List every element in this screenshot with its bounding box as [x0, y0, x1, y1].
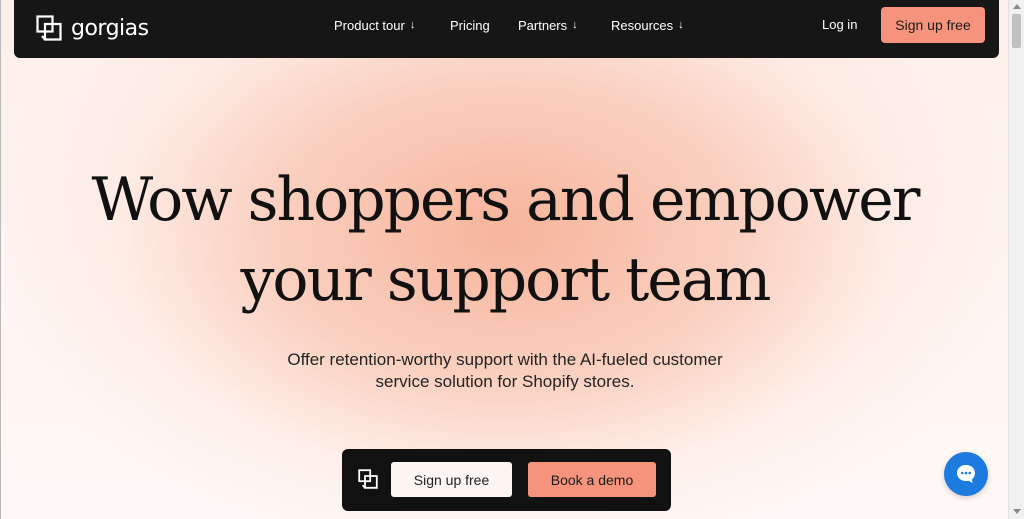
arrow-down-icon: ↓	[409, 19, 416, 31]
gorgias-logo-icon	[358, 469, 378, 489]
signup-button-hero[interactable]: Sign up free	[391, 462, 512, 497]
nav-links: Product tour ↓ Pricing Partners ↓ Resour…	[334, 15, 712, 35]
arrow-down-icon: ↓	[678, 19, 684, 31]
vertical-scrollbar[interactable]	[1008, 0, 1024, 519]
arrow-down-icon: ↓	[572, 19, 578, 31]
nav-resources[interactable]: Resources ↓	[611, 15, 684, 35]
hero-title: Wow shoppers and empower your support te…	[1, 160, 1008, 320]
scroll-up-arrow-icon[interactable]	[1013, 4, 1021, 9]
logo-text: gorgias	[71, 15, 149, 41]
nav-partners[interactable]: Partners ↓	[518, 15, 583, 35]
signup-button-nav[interactable]: Sign up free	[881, 7, 985, 43]
nav-pricing-label: Pricing	[450, 17, 490, 33]
nav-resources-label: Resources	[611, 17, 674, 33]
nav-product-tour[interactable]: Product tour ↓	[334, 15, 422, 35]
hero-subtitle-line-1: Offer retention-worthy support with the …	[287, 350, 723, 369]
page: gorgias Product tour ↓ Pricing Partners …	[0, 0, 1008, 519]
hero-subtitle-line-2: service solution for Shopify stores.	[375, 372, 635, 391]
logo[interactable]: gorgias	[36, 12, 149, 44]
chat-launcher-button[interactable]	[944, 452, 988, 496]
chat-bubble-icon	[957, 465, 975, 483]
gorgias-logo-icon	[36, 15, 62, 41]
hero-subtitle: Offer retention-worthy support with the …	[1, 349, 1008, 393]
login-link[interactable]: Log in	[822, 17, 857, 32]
hero-title-line-1: Wow shoppers and empower	[91, 165, 921, 235]
scrollbar-thumb[interactable]	[1012, 14, 1021, 48]
hero-title-line-2: your support team	[240, 245, 772, 315]
top-nav: gorgias Product tour ↓ Pricing Partners …	[14, 0, 999, 58]
nav-partners-label: Partners	[518, 17, 568, 33]
cta-bar: Sign up free Book a demo	[342, 449, 671, 511]
nav-pricing[interactable]: Pricing	[450, 15, 490, 35]
nav-product-tour-label: Product tour	[334, 17, 405, 33]
scroll-down-arrow-icon[interactable]	[1013, 509, 1021, 514]
book-demo-button[interactable]: Book a demo	[528, 462, 656, 497]
